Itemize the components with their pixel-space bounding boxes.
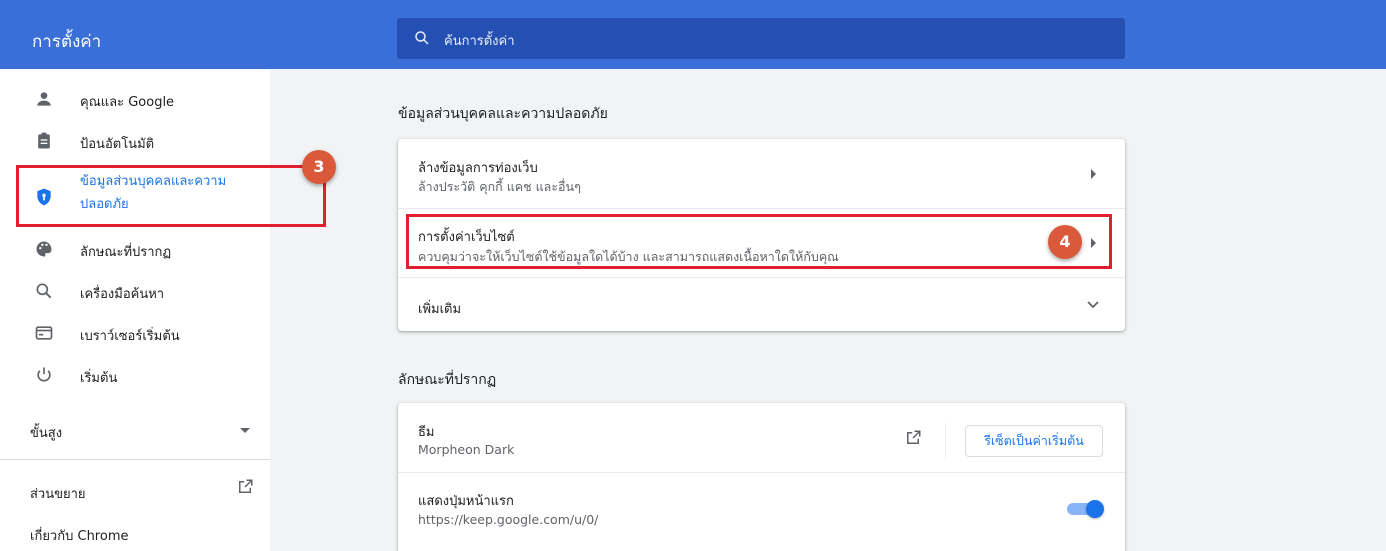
- top-header: การตั้งค่า ค้นการตั้งค่า: [0, 0, 1386, 69]
- sidebar-divider: [0, 459, 270, 460]
- sidebar-item-label: คุณและ Google: [80, 95, 175, 110]
- power-icon: [37, 367, 51, 382]
- sidebar-item-default-browser[interactable]: เบราว์เซอร์เริ่มต้น: [0, 313, 270, 353]
- sidebar-item-search-engine[interactable]: เครื่องมือค้นหา: [0, 271, 270, 311]
- open-in-new-icon[interactable]: [236, 478, 254, 496]
- chevron-down-icon: [1087, 301, 1099, 309]
- clear-browsing-data-row[interactable]: ล้างข้อมูลการท่องเว็บ ล้างประวัติ คุกกี้…: [398, 139, 1125, 208]
- vertical-divider: [945, 423, 946, 459]
- extensions-link[interactable]: ส่วนขยาย: [30, 483, 86, 504]
- sidebar-item-label: เริ่มต้น: [80, 371, 118, 386]
- row-title: ธีม: [418, 425, 435, 440]
- highlight-box: [406, 214, 1112, 269]
- section-title-appearance: ลักษณะที่ปรากฏ: [398, 372, 497, 388]
- sidebar: คุณและ Google ป้อนอัตโนมัติ ข้อมูลส่วนบุ…: [0, 69, 270, 551]
- about-chrome-link[interactable]: เกี่ยวกับ Chrome: [30, 525, 128, 546]
- search-placeholder: ค้นการตั้งค่า: [444, 34, 515, 49]
- theme-name: Morpheon Dark: [418, 442, 515, 457]
- theme-row: ธีม Morpheon Dark รีเซ็ตเป็นค่าเริ่มต้น: [398, 403, 1125, 472]
- reset-theme-button[interactable]: รีเซ็ตเป็นค่าเริ่มต้น: [965, 425, 1103, 457]
- arrow-right-icon: [1091, 169, 1096, 179]
- person-icon: [37, 92, 51, 106]
- search-icon: [36, 283, 52, 299]
- sidebar-item-label: ลักษณะที่ปรากฏ: [80, 245, 172, 260]
- sidebar-item-label: เบราว์เซอร์เริ่มต้น: [80, 329, 180, 344]
- search-icon: [415, 31, 429, 45]
- row-title: ล้างข้อมูลการท่องเว็บ: [418, 161, 538, 176]
- sidebar-item-autofill[interactable]: ป้อนอัตโนมัติ: [0, 121, 270, 161]
- step-badge: 4: [1048, 225, 1082, 259]
- home-button-row[interactable]: แสดงปุ่มหน้าแรก https://keep.google.com/…: [398, 472, 1125, 541]
- more-row[interactable]: เพิ่มเติม: [398, 277, 1125, 331]
- toggle-knob[interactable]: [1086, 500, 1104, 518]
- section-title-privacy: ข้อมูลส่วนบุคคลและความปลอดภัย: [398, 106, 608, 122]
- open-in-new-icon[interactable]: [904, 429, 922, 447]
- home-url: https://keep.google.com/u/0/: [418, 512, 599, 527]
- browser-icon: [35, 326, 53, 340]
- row-title: เพิ่มเติม: [418, 302, 462, 317]
- dropdown-arrow-icon[interactable]: [240, 428, 250, 433]
- highlight-box: [16, 165, 326, 227]
- appearance-card: ธีม Morpheon Dark รีเซ็ตเป็นค่าเริ่มต้น …: [398, 403, 1125, 551]
- advanced-toggle[interactable]: ขั้นสูง: [30, 422, 62, 443]
- row-subtitle: ล้างประวัติ คุกกี้ แคช และอื่นๆ: [418, 179, 581, 194]
- sidebar-item-on-startup[interactable]: เริ่มต้น: [0, 355, 270, 395]
- sidebar-item-label: ป้อนอัตโนมัติ: [80, 137, 155, 152]
- row-title: แสดงปุ่มหน้าแรก: [418, 494, 514, 509]
- palette-icon: [36, 241, 52, 257]
- sidebar-item-you-and-google[interactable]: คุณและ Google: [0, 79, 270, 119]
- page-title: การตั้งค่า: [32, 32, 102, 52]
- search-input[interactable]: ค้นการตั้งค่า: [397, 18, 1125, 59]
- sidebar-item-appearance[interactable]: ลักษณะที่ปรากฏ: [0, 229, 270, 269]
- clipboard-icon: [38, 132, 50, 149]
- step-badge: 3: [302, 150, 336, 184]
- sidebar-item-label: เครื่องมือค้นหา: [80, 287, 165, 302]
